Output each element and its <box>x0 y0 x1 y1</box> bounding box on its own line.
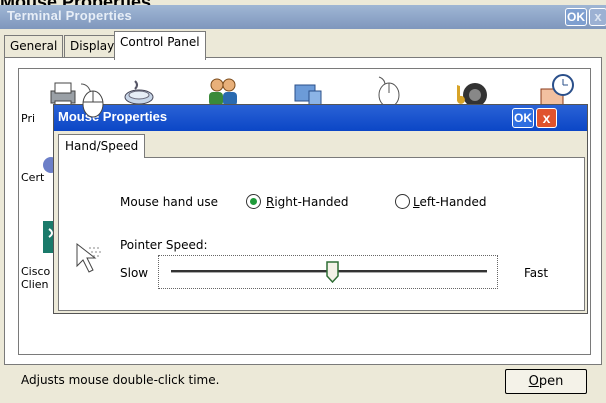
client-label-partial: Clien <box>21 278 49 291</box>
tab-hand-speed[interactable]: Hand/Speed <box>58 134 146 158</box>
mouse-hand-icon <box>80 83 104 118</box>
open-button-mnemonic: O <box>528 374 539 389</box>
fast-label: Fast <box>524 266 549 280</box>
pointer-speed-slider-thumb[interactable] <box>326 261 339 283</box>
certificates-label-partial: Cert <box>21 171 45 184</box>
right-handed-radio[interactable] <box>246 194 261 209</box>
terminal-ok-button[interactable]: OK <box>565 8 587 26</box>
right-handed-label[interactable]: Right-Handed <box>266 195 349 209</box>
open-button[interactable]: Open <box>505 369 587 394</box>
cisco-label-partial: Cisco <box>21 265 51 278</box>
printers-label-partial: Pri <box>21 112 36 125</box>
dialog-ok-button[interactable]: OK <box>512 108 534 128</box>
tab-general[interactable]: General <box>4 35 64 57</box>
open-button-label: pen <box>538 374 564 389</box>
slow-label: Slow <box>120 266 149 280</box>
terminal-window-title: Terminal Properties <box>7 8 132 23</box>
pointer-speed-icon <box>76 242 101 273</box>
left-handed-label[interactable]: Left-Handed <box>413 195 487 209</box>
pointer-speed-label: Pointer Speed: <box>120 238 208 252</box>
dialog-close-button[interactable]: x <box>536 108 557 128</box>
terminal-close-button[interactable]: x <box>589 8 606 26</box>
left-handed-radio[interactable] <box>395 194 410 209</box>
tab-display[interactable]: Display <box>64 35 121 57</box>
mouse-hand-use-label: Mouse hand use <box>120 195 218 209</box>
status-description: Adjusts mouse double-click time. <box>21 373 220 387</box>
tab-control-panel[interactable]: Control Panel <box>114 31 206 60</box>
